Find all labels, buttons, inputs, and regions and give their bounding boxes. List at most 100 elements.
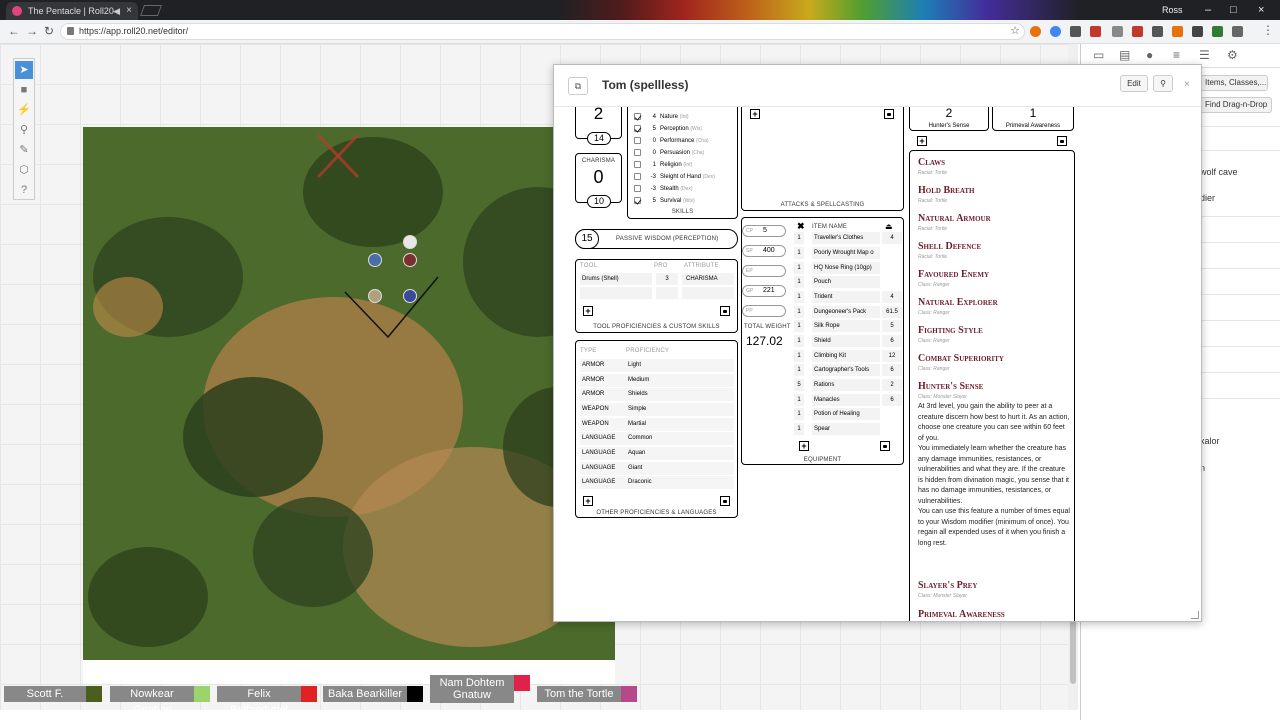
coin-sp[interactable]: SP 400 (742, 245, 786, 257)
back-icon[interactable]: ← (8, 24, 20, 38)
proficiency-checkbox[interactable] (634, 197, 641, 204)
reload-icon[interactable]: ↻ (44, 24, 54, 38)
extension-icon[interactable] (1070, 26, 1081, 37)
lock-icon[interactable] (720, 496, 730, 506)
proficiency-checkbox[interactable] (634, 161, 641, 168)
close-icon[interactable]: × (1184, 79, 1190, 90)
list-icon[interactable]: ☰ (1199, 48, 1210, 62)
zoom-tool-icon[interactable]: ⚲ (15, 121, 33, 139)
lock-icon[interactable] (720, 306, 730, 316)
compendium-icon[interactable]: ≡ (1173, 48, 1180, 62)
bookmark-star-icon[interactable]: ☆ (1010, 24, 1020, 39)
extension-icon[interactable] (1232, 26, 1243, 37)
equipment-row[interactable]: 1 Cartographer's Tools 6 (794, 364, 902, 376)
equipment-row[interactable]: 1 Pouch (794, 276, 902, 288)
tool-pro-field[interactable]: 3 (656, 273, 678, 285)
sidebar-entry[interactable]: dier (1200, 193, 1215, 203)
tool-name-field[interactable] (580, 287, 652, 299)
extension-icon[interactable] (1030, 26, 1041, 37)
equipment-row[interactable]: 1 Spear (794, 423, 902, 435)
equipment-row[interactable]: 1 Poorly Wrought Map o (794, 247, 902, 259)
forward-icon[interactable]: → (26, 24, 38, 38)
sidebar-entry[interactable]: xalor (1200, 436, 1220, 446)
extension-icon[interactable] (1090, 26, 1101, 37)
chat-icon[interactable]: ▭ (1093, 48, 1104, 62)
proficiency-row[interactable]: LANGUAGE Giant (580, 462, 734, 475)
proficiency-row[interactable]: WEAPON Simple (580, 403, 734, 416)
proficiency-row[interactable]: ARMOR Light (580, 359, 734, 372)
equipment-row[interactable]: 1 Traveller's Clothes 4 (794, 232, 902, 244)
equipment-row[interactable]: 1 Trident 4 (794, 291, 902, 303)
add-icon[interactable]: + (799, 441, 809, 451)
proficiency-checkbox[interactable] (634, 137, 641, 144)
url-field[interactable]: https://app.roll20.net/editor/ ☆ (60, 23, 1025, 40)
equipment-row[interactable]: 5 Rations 2 (794, 379, 902, 391)
equipment-row[interactable]: 1 Shield 6 (794, 335, 902, 347)
tool-attribute-select[interactable] (682, 287, 734, 299)
profile-name[interactable]: Ross (1162, 0, 1183, 20)
proficiency-checkbox[interactable] (634, 149, 641, 156)
search-icon[interactable]: ⚲ (1153, 75, 1173, 92)
extension-icon[interactable] (1050, 26, 1061, 37)
add-icon[interactable]: + (917, 136, 927, 146)
popout-icon[interactable]: ⧉ (568, 77, 588, 95)
extension-icon[interactable] (1172, 26, 1183, 37)
extension-icon[interactable] (1192, 26, 1203, 37)
sidebar-entry[interactable]: wolf cave (1200, 167, 1238, 177)
lock-icon[interactable] (1057, 136, 1067, 146)
close-window-icon[interactable]: × (1258, 0, 1264, 20)
close-tab-icon[interactable]: × (126, 2, 132, 20)
extension-icon[interactable] (1152, 26, 1163, 37)
player-name[interactable]: Baka Bearkiller (323, 686, 407, 702)
coin-gp[interactable]: GP 221 (742, 285, 786, 297)
lock-icon[interactable] (880, 441, 890, 451)
add-icon[interactable]: + (583, 496, 593, 506)
equipment-row[interactable]: 1 Potion of Healing (794, 408, 902, 420)
gear-icon[interactable]: ⚙ (1227, 48, 1238, 62)
browser-tab[interactable]: The Pentacle | Roll20 ◀ × (6, 2, 138, 20)
help-tool-icon[interactable]: ? (15, 181, 33, 199)
maximize-icon[interactable]: □ (1230, 0, 1237, 20)
resource-value[interactable]: 2 (910, 107, 988, 120)
add-icon[interactable]: + (583, 306, 593, 316)
edit-button[interactable]: Edit (1120, 75, 1148, 92)
proficiency-row[interactable]: ARMOR Medium (580, 374, 734, 387)
dice-tool-icon[interactable]: ⬡ (15, 161, 33, 179)
draw-tool-icon[interactable]: ✎ (15, 141, 33, 159)
equipment-row[interactable]: 1 HQ Nose Ring (10gp) (794, 262, 902, 274)
menu-icon[interactable]: ⋮ (1262, 23, 1274, 37)
battle-map[interactable] (83, 127, 615, 660)
proficiency-checkbox[interactable] (634, 173, 641, 180)
coin-cp[interactable]: CP 5 (742, 225, 786, 237)
passive-wisdom-value[interactable]: 15 (575, 229, 599, 249)
equipment-row[interactable]: 1 Climbing Kit 12 (794, 350, 902, 362)
player-name[interactable]: Nam Dohtem Gnatuw (430, 675, 514, 703)
charisma-modifier[interactable]: 10 (587, 195, 611, 208)
proficiency-checkbox[interactable] (634, 125, 641, 132)
info-icon[interactable]: ● (1146, 48, 1153, 62)
proficiency-row[interactable]: LANGUAGE Aquan (580, 447, 734, 460)
coin-ep[interactable]: EP (742, 265, 786, 277)
proficiency-row[interactable]: LANGUAGE Common (580, 432, 734, 445)
resize-handle[interactable] (1191, 611, 1199, 619)
extension-icon[interactable] (1132, 26, 1143, 37)
art-icon[interactable]: ▤ (1119, 48, 1130, 62)
equipment-row[interactable]: 1 Manacles 6 (794, 394, 902, 406)
attribute-score[interactable]: 2 (576, 107, 621, 126)
coin-pp[interactable]: PP (742, 305, 786, 317)
tool-pro-field[interactable] (656, 287, 678, 299)
select-tool-icon[interactable]: ➤ (15, 61, 33, 79)
compendium-search-button[interactable]: Items, Classes,... (1200, 75, 1268, 91)
delete-icon[interactable]: ✖ (797, 221, 805, 232)
extension-icon[interactable] (1112, 26, 1123, 37)
equipment-row[interactable]: 1 Silk Rope 5 (794, 320, 902, 332)
new-tab-button[interactable] (139, 5, 163, 16)
player-name[interactable]: Tom the Tortle (537, 686, 621, 702)
proficiency-row[interactable]: LANGUAGE Draconic (580, 476, 734, 489)
player-name[interactable]: Felix Belfanduriel (217, 686, 301, 716)
fx-tool-icon[interactable]: ⚡ (15, 101, 33, 119)
extension-icon[interactable] (1212, 26, 1223, 37)
equipment-row[interactable]: 1 Dungeoneer's Pack 61.5 (794, 306, 902, 318)
minimize-icon[interactable]: – (1205, 0, 1211, 20)
lock-icon[interactable] (884, 109, 894, 119)
